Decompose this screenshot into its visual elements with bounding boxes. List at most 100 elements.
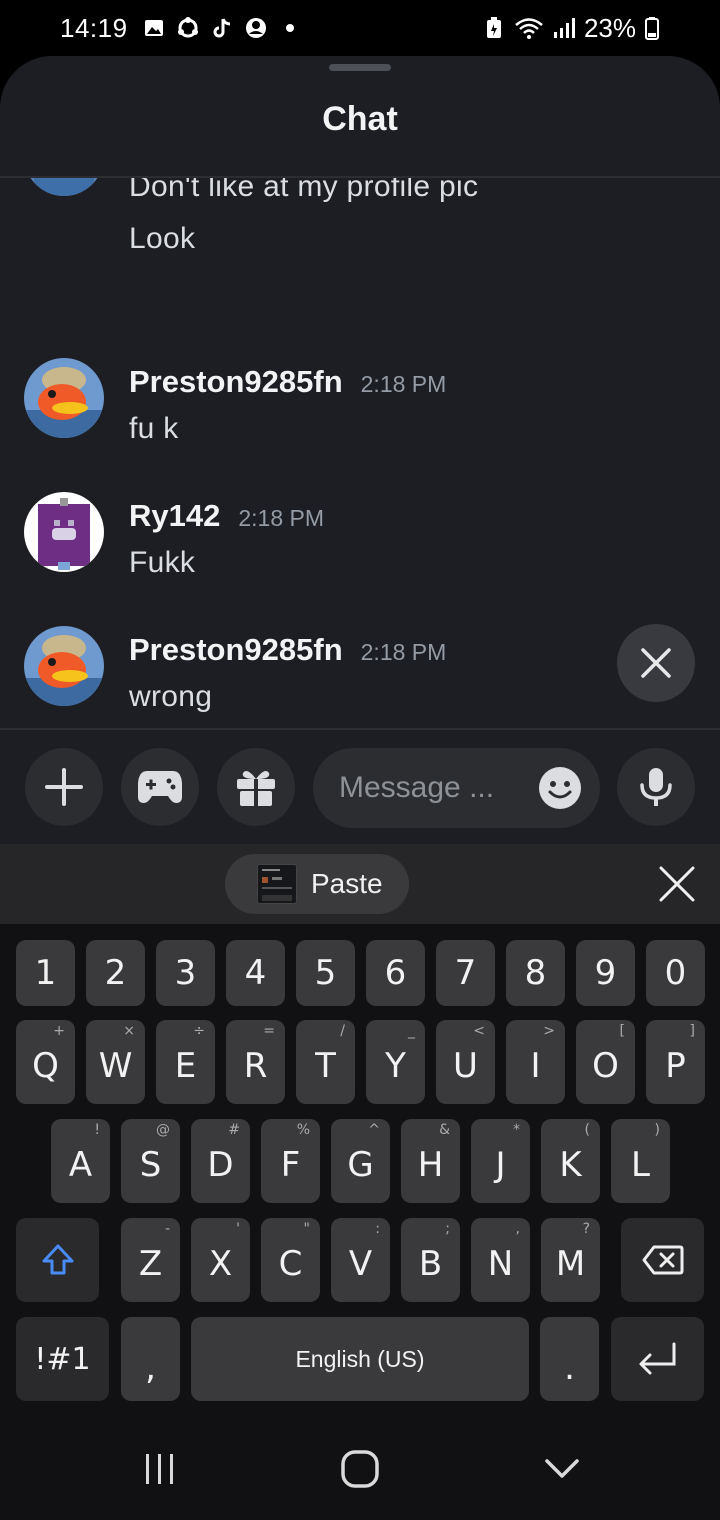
key-j[interactable]: * J	[471, 1119, 530, 1203]
chevron-down-icon	[545, 1459, 579, 1478]
close-toolbar-button[interactable]	[655, 862, 699, 906]
message-author[interactable]: Preston9285fn	[129, 632, 343, 668]
key-t[interactable]: / T	[296, 1020, 355, 1104]
backspace-key[interactable]	[621, 1218, 704, 1302]
key-4[interactable]: 4	[226, 940, 285, 1006]
clipboard-thumbnail	[257, 864, 297, 904]
space-key[interactable]: English (US)	[191, 1317, 529, 1401]
microphone-icon	[640, 768, 672, 806]
key-8[interactable]: 8	[506, 940, 565, 1006]
key-3[interactable]: 3	[156, 940, 215, 1006]
key-6[interactable]: 6	[366, 940, 425, 1006]
key-0[interactable]: 0	[646, 940, 705, 1006]
message-text: wrong	[129, 680, 213, 713]
avatar[interactable]	[24, 626, 104, 706]
home-button[interactable]	[330, 1444, 390, 1494]
smiley-icon	[539, 767, 581, 809]
home-icon	[341, 1450, 379, 1488]
close-icon	[659, 866, 695, 902]
close-icon	[641, 648, 671, 678]
keyboard-toolbar: Paste	[0, 844, 720, 924]
key-d[interactable]: # D	[191, 1119, 250, 1203]
key-l[interactable]: ) L	[611, 1119, 670, 1203]
key-o[interactable]: [O	[576, 1020, 635, 1104]
key-p[interactable]: ] P	[646, 1020, 705, 1104]
key-z[interactable]: -Z	[121, 1218, 180, 1302]
message-text: Fukk	[129, 546, 196, 579]
status-bar: 14:19 23%	[0, 0, 720, 56]
sheet-title: Chat	[322, 100, 398, 138]
period-key[interactable]: .	[540, 1317, 599, 1401]
key-q[interactable]: + Q	[16, 1020, 75, 1104]
tiktok-icon	[210, 16, 234, 40]
key-n[interactable]: ,N	[471, 1218, 530, 1302]
drag-handle[interactable]	[329, 64, 391, 71]
key-u[interactable]: < U	[436, 1020, 495, 1104]
attach-button[interactable]	[25, 748, 103, 826]
key-x[interactable]: ' X	[191, 1218, 250, 1302]
emoji-button[interactable]	[538, 766, 582, 810]
message-author[interactable]: Preston9285fn	[129, 364, 343, 400]
key-7[interactable]: 7	[436, 940, 495, 1006]
key-b[interactable]: ; B	[401, 1218, 460, 1302]
keyboard: Paste 1 2 3 4 5 6 7 8 9 0 + Q × W ÷ E = R / T…	[0, 844, 720, 1414]
key-k[interactable]: (K	[541, 1119, 600, 1203]
key-v[interactable]: :V	[331, 1218, 390, 1302]
backspace-icon	[642, 1245, 683, 1275]
message-timestamp: 2:18 PM	[360, 639, 447, 665]
key-i[interactable]: > I	[506, 1020, 565, 1104]
key-e[interactable]: ÷ E	[156, 1020, 215, 1104]
key-w[interactable]: × W	[86, 1020, 145, 1104]
key-s[interactable]: @ S	[121, 1119, 180, 1203]
message-composer	[0, 730, 720, 844]
avatar[interactable]	[24, 178, 104, 196]
signal-icon	[552, 16, 576, 40]
notification-dot-icon	[278, 16, 302, 40]
gamepad-icon	[138, 771, 182, 803]
paste-chip[interactable]: Paste	[225, 854, 409, 914]
system-nav-bar	[0, 1414, 720, 1520]
gift-icon	[237, 771, 275, 806]
account-icon	[244, 16, 268, 40]
recent-apps-button[interactable]	[130, 1444, 190, 1494]
activities-button[interactable]	[121, 748, 199, 826]
chat-sheet: Chat Don't like at my profile pic Look P…	[0, 56, 720, 844]
shift-key[interactable]	[16, 1218, 99, 1302]
symbols-key[interactable]: !#1	[16, 1317, 109, 1401]
comma-key[interactable]: ,	[121, 1317, 180, 1401]
key-f[interactable]: % F	[261, 1119, 320, 1203]
key-a[interactable]: ! A	[51, 1119, 110, 1203]
message-input-container[interactable]	[313, 748, 600, 828]
status-time: 14:19	[60, 12, 128, 43]
plus-icon	[45, 768, 83, 806]
message-text: Don't like at my profile pic	[129, 178, 479, 203]
message-author[interactable]: Ry142	[129, 498, 220, 534]
message-timestamp: 2:18 PM	[360, 371, 447, 397]
key-m[interactable]: ? M	[541, 1218, 600, 1302]
gift-button[interactable]	[217, 748, 295, 826]
key-c[interactable]: " C	[261, 1218, 320, 1302]
key-h[interactable]: & H	[401, 1119, 460, 1203]
avatar[interactable]	[24, 492, 104, 572]
key-9[interactable]: 9	[576, 940, 635, 1006]
hide-keyboard-button[interactable]	[532, 1444, 592, 1494]
gallery-icon	[142, 16, 166, 40]
battery-percent: 23%	[583, 12, 636, 43]
message-input[interactable]	[339, 771, 519, 805]
battery-icon	[644, 16, 660, 40]
key-r[interactable]: = R	[226, 1020, 285, 1104]
message-list[interactable]: Don't like at my profile pic Look Presto…	[0, 178, 720, 728]
message-timestamp: 2:18 PM	[238, 505, 325, 531]
recent-apps-icon	[146, 1454, 173, 1484]
voice-message-button[interactable]	[617, 748, 695, 826]
key-2[interactable]: 2	[86, 940, 145, 1006]
key-g[interactable]: ^ G	[331, 1119, 390, 1203]
key-y[interactable]: _ Y	[366, 1020, 425, 1104]
enter-key[interactable]	[611, 1317, 704, 1401]
avatar[interactable]	[24, 358, 104, 438]
enter-icon	[639, 1342, 675, 1375]
key-5[interactable]: 5	[296, 940, 355, 1006]
key-1[interactable]: 1	[16, 940, 75, 1006]
message-text: fu k	[129, 412, 179, 445]
close-button[interactable]	[617, 624, 695, 702]
